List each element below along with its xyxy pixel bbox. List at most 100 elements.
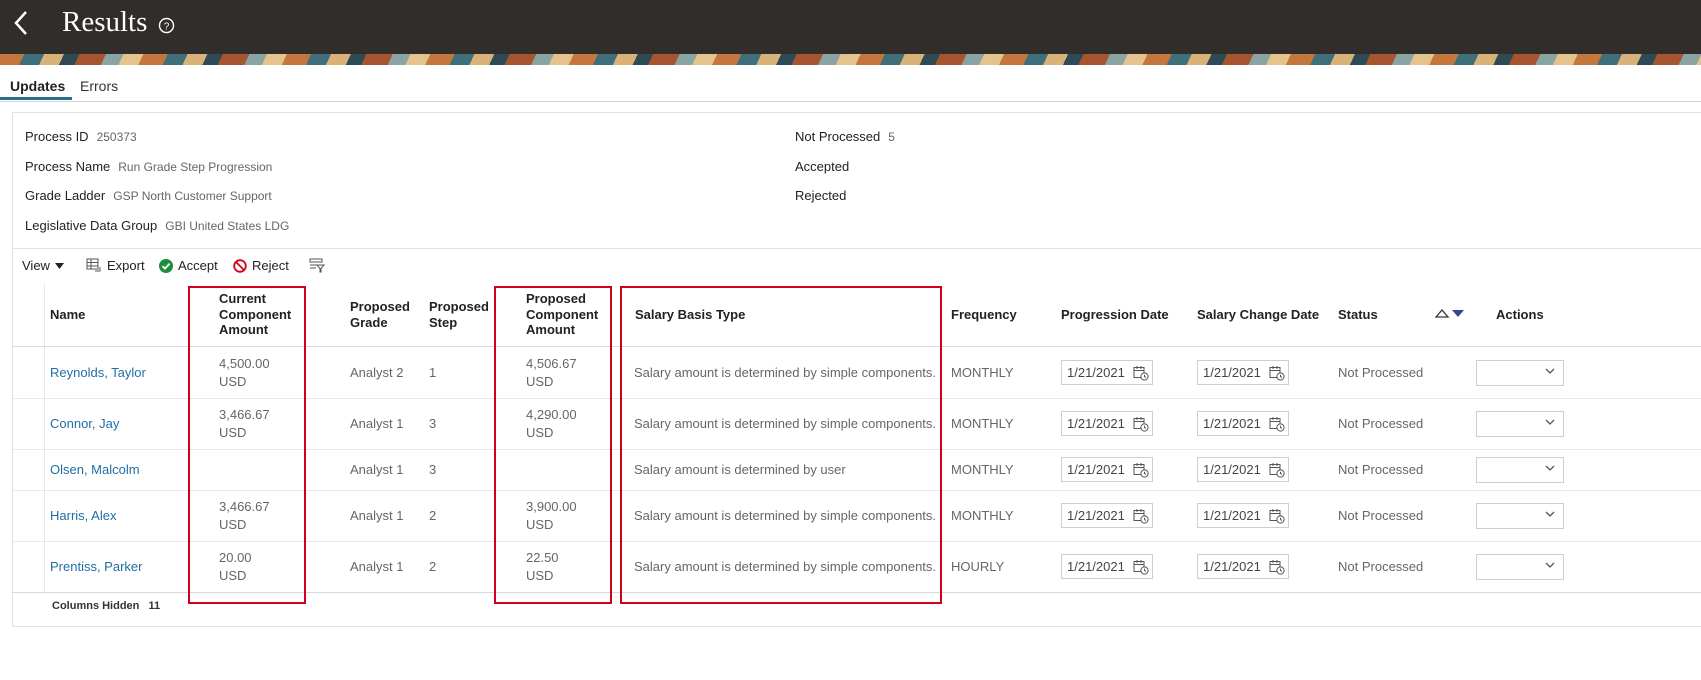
- proposed-step-value: 3: [429, 461, 437, 477]
- column-header-line: Step: [429, 314, 458, 330]
- calendar-icon[interactable]: [1133, 559, 1149, 575]
- calendar-icon[interactable]: [1133, 508, 1149, 524]
- progression-date-input[interactable]: 1/21/2021: [1061, 456, 1153, 482]
- sort-ascending-descending-icon[interactable]: [1435, 308, 1467, 318]
- back-icon[interactable]: [8, 6, 36, 40]
- salary-change-date-value: 1/21/2021: [1203, 461, 1261, 477]
- checkmark-circle-icon: [159, 258, 173, 273]
- employee-name-link[interactable]: Olsen, Malcolm: [50, 461, 140, 479]
- process-name-value: Run Grade Step Progression: [118, 160, 273, 174]
- actions-select[interactable]: [1476, 456, 1564, 483]
- accepted-field: Accepted: [795, 159, 849, 174]
- proposed-grade-value: Analyst 1: [350, 507, 404, 523]
- employee-name-link[interactable]: Harris, Alex: [50, 507, 116, 525]
- prohibited-icon: [233, 258, 247, 273]
- salary-change-date-input[interactable]: 1/21/2021: [1197, 502, 1289, 528]
- proposed-step-value: 3: [429, 415, 437, 431]
- process-id-field: Process ID 250373: [25, 129, 137, 144]
- chevron-down-icon: [1545, 511, 1555, 517]
- reject-button[interactable]: Reject: [233, 258, 289, 273]
- status-value: Not Processed: [1338, 507, 1424, 523]
- salary-change-date-input[interactable]: 1/21/2021: [1197, 553, 1289, 579]
- column-header-line: Proposed: [350, 299, 410, 314]
- proposed-grade-value: Analyst 1: [350, 558, 404, 574]
- help-icon[interactable]: ?: [158, 17, 175, 34]
- ldg-label: Legislative Data Group: [25, 218, 158, 233]
- proposed-grade-value: Analyst 2: [350, 364, 404, 380]
- columns-hidden-status: Columns Hidden 11: [52, 600, 160, 612]
- status-value: Not Processed: [1338, 461, 1424, 477]
- column-filter-button[interactable]: [309, 258, 325, 273]
- view-menu-button[interactable]: View: [22, 258, 64, 273]
- salary-change-date-input[interactable]: 1/21/2021: [1197, 359, 1289, 385]
- proposed-step-value: 1: [429, 364, 437, 380]
- svg-text:?: ?: [164, 22, 170, 33]
- status-value: Not Processed: [1338, 364, 1424, 380]
- export-button[interactable]: Export: [86, 258, 145, 273]
- column-header-name[interactable]: Name: [50, 307, 85, 323]
- progression-date-value: 1/21/2021: [1067, 461, 1125, 477]
- calendar-icon[interactable]: [1269, 416, 1285, 432]
- column-header-status[interactable]: Status: [1338, 307, 1378, 323]
- employee-name-link[interactable]: Connor, Jay: [50, 415, 119, 433]
- column-header-salary-change-date[interactable]: Salary Change Date: [1197, 307, 1319, 323]
- actions-select[interactable]: [1476, 410, 1564, 437]
- column-header-progression-date[interactable]: Progression Date: [1061, 307, 1169, 323]
- calendar-icon[interactable]: [1269, 365, 1285, 381]
- column-header-line: Proposed: [429, 299, 489, 314]
- calendar-icon[interactable]: [1133, 416, 1149, 432]
- tab-bar: Updates Errors: [0, 74, 1701, 102]
- caret-down-icon: [54, 262, 64, 269]
- section-divider: [12, 248, 1701, 249]
- calendar-icon[interactable]: [1133, 365, 1149, 381]
- tab-updates[interactable]: Updates: [10, 78, 65, 94]
- rejected-label: Rejected: [795, 188, 847, 203]
- proposed-step-value: 2: [429, 507, 437, 523]
- progression-date-input[interactable]: 1/21/2021: [1061, 359, 1153, 385]
- salary-change-date-input[interactable]: 1/21/2021: [1197, 410, 1289, 436]
- column-header-frequency[interactable]: Frequency: [951, 307, 1017, 323]
- calendar-icon[interactable]: [1269, 559, 1285, 575]
- progression-date-input[interactable]: 1/21/2021: [1061, 553, 1153, 579]
- employee-name-link[interactable]: Prentiss, Parker: [50, 558, 142, 576]
- employee-name-link[interactable]: Reynolds, Taylor: [50, 364, 146, 382]
- actions-select[interactable]: [1476, 553, 1564, 580]
- highlight-current-amount-column: [188, 286, 306, 604]
- actions-select[interactable]: [1476, 359, 1564, 386]
- highlight-proposed-amount-column: [494, 286, 612, 604]
- calendar-icon[interactable]: [1133, 462, 1149, 478]
- not-processed-field: Not Processed 5: [795, 129, 895, 144]
- frequency-value: MONTHLY: [951, 461, 1014, 477]
- column-header-proposed-step[interactable]: Proposed Step: [429, 299, 489, 330]
- status-value: Not Processed: [1338, 558, 1424, 574]
- calendar-icon[interactable]: [1269, 508, 1285, 524]
- progression-date-value: 1/21/2021: [1067, 507, 1125, 523]
- chevron-down-icon: [1545, 465, 1555, 471]
- chevron-down-icon: [1545, 562, 1555, 568]
- accept-label: Accept: [178, 258, 218, 273]
- tab-errors[interactable]: Errors: [80, 78, 118, 94]
- selector-column-divider: [44, 284, 45, 592]
- page-header: Results ?: [0, 0, 1701, 54]
- grade-ladder-field: Grade Ladder GSP North Customer Support: [25, 188, 272, 203]
- process-name-label: Process Name: [25, 159, 111, 174]
- salary-change-date-input[interactable]: 1/21/2021: [1197, 456, 1289, 482]
- accept-button[interactable]: Accept: [159, 258, 218, 273]
- column-header-line: Grade: [350, 314, 388, 330]
- process-name-field: Process Name Run Grade Step Progression: [25, 159, 272, 174]
- legislative-data-group-field: Legislative Data Group GBI United States …: [25, 218, 289, 233]
- progression-date-value: 1/21/2021: [1067, 415, 1125, 431]
- progression-date-input[interactable]: 1/21/2021: [1061, 502, 1153, 528]
- progression-date-value: 1/21/2021: [1067, 364, 1125, 380]
- reject-label: Reject: [252, 258, 289, 273]
- actions-select[interactable]: [1476, 502, 1564, 529]
- export-icon: [86, 258, 101, 272]
- progression-date-input[interactable]: 1/21/2021: [1061, 410, 1153, 436]
- process-id-label: Process ID: [25, 129, 89, 144]
- grade-ladder-value: GSP North Customer Support: [113, 189, 272, 203]
- salary-change-date-value: 1/21/2021: [1203, 558, 1261, 574]
- grade-ladder-label: Grade Ladder: [25, 188, 106, 203]
- calendar-icon[interactable]: [1269, 462, 1285, 478]
- column-header-proposed-grade[interactable]: Proposed Grade: [350, 299, 410, 330]
- accepted-label: Accepted: [795, 159, 850, 174]
